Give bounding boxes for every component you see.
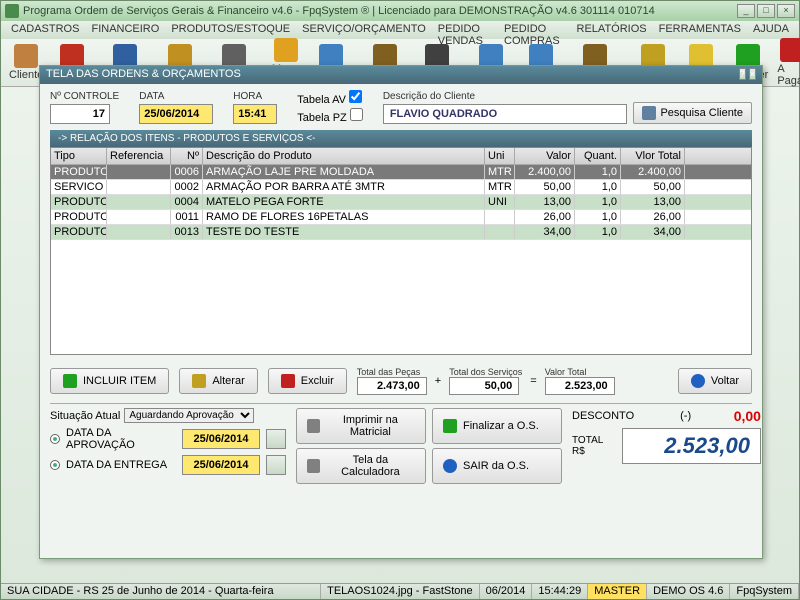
finalizar-button[interactable]: Finalizar a O.S. — [432, 408, 562, 444]
table-row[interactable]: SERVICO0002ARMAÇÃO POR BARRA ATÉ 3MTRMTR… — [51, 180, 751, 195]
valor-total: 2.523,00 — [545, 377, 615, 395]
menu-ferramentas[interactable]: FERRAMENTAS — [653, 21, 747, 39]
dialog-title: TELA DAS ORDENS & ORÇAMENTOS — [46, 68, 241, 82]
edit-icon — [192, 374, 206, 388]
menu os-icon — [274, 38, 298, 62]
main-window: Programa Ordem de Serviços Gerais & Fina… — [0, 0, 800, 600]
date-field[interactable]: 25/06/2014 — [139, 104, 213, 124]
menu-pedido vendas[interactable]: PEDIDO VENDAS — [432, 21, 498, 39]
desconto-value: 0,00 — [734, 408, 761, 424]
close-button[interactable]: × — [777, 4, 795, 18]
total-servicos: 50,00 — [449, 377, 519, 395]
voltar-button[interactable]: Voltar — [678, 368, 752, 394]
menu-financeiro[interactable]: FINANCEIRO — [85, 21, 165, 39]
total-final-value: 2.523,00 — [622, 428, 761, 464]
aprov-date[interactable]: 25/06/2014 — [182, 429, 260, 449]
main-titlebar: Programa Ordem de Serviços Gerais & Fina… — [1, 1, 799, 21]
items-section-header: -> RELAÇÃO DOS ITENS - PRODUTOS E SERVIÇ… — [50, 130, 752, 147]
status-mode: MASTER — [588, 584, 647, 599]
check-icon — [443, 419, 457, 433]
items-table[interactable]: Tipo Referencia Nº Descrição do Produto … — [50, 147, 752, 355]
tabela-pz-check[interactable]: Tabela PZ — [297, 108, 363, 124]
situacao-label: Situação Atual — [50, 410, 120, 422]
tabela-av-check[interactable]: Tabela AV — [297, 90, 363, 106]
aprov-calendar-button[interactable] — [266, 429, 286, 449]
table-row[interactable]: PRODUTO0013TESTE DO TESTE34,001,034,00 — [51, 225, 751, 240]
printer-icon — [307, 419, 320, 433]
table-row[interactable]: PRODUTO0011RAMO DE FLORES 16PETALAS26,00… — [51, 210, 751, 225]
person-icon — [642, 106, 656, 120]
time-field[interactable]: 15:41 — [233, 104, 277, 124]
minimize-button[interactable]: _ — [737, 4, 755, 18]
entrega-radio[interactable] — [50, 460, 60, 470]
control-label: Nº CONTROLE — [50, 91, 119, 102]
tool-a pagar[interactable]: A Pagar — [773, 36, 800, 89]
back-icon — [691, 374, 705, 388]
status-sys: FpqSystem — [730, 584, 799, 599]
entrega-calendar-button[interactable] — [266, 455, 286, 475]
statusbar: SUA CIDADE - RS 25 de Junho de 2014 - Qu… — [1, 583, 799, 599]
alterar-button[interactable]: Alterar — [179, 368, 257, 394]
total-pecas: 2.473,00 — [357, 377, 427, 395]
control-field[interactable]: 17 — [50, 104, 110, 124]
menu-pedido compras[interactable]: PEDIDO COMPRAS — [498, 21, 570, 39]
aprov-radio[interactable] — [50, 434, 60, 444]
calculator-icon — [307, 459, 320, 473]
desconto-label: DESCONTO — [572, 410, 634, 422]
status-city: SUA CIDADE - RS 25 de Junho de 2014 - Qu… — [1, 584, 321, 599]
table-row[interactable]: PRODUTO0006ARMAÇÃO LAJE PRE MOLDADAMTR2.… — [51, 165, 751, 180]
window-title: Programa Ordem de Serviços Gerais & Fina… — [23, 5, 737, 17]
date-label: DATA — [139, 91, 213, 102]
status-date: 06/2014 — [480, 584, 533, 599]
incluir-item-button[interactable]: INCLUIR ITEM — [50, 368, 169, 394]
order-dialog: TELA DAS ORDENS & ORÇAMENTOS ? × Nº CONT… — [39, 65, 763, 559]
maximize-button[interactable]: □ — [757, 4, 775, 18]
status-file: TELAOS1024.jpg - FastStone — [321, 584, 480, 599]
aprov-label: DATA DA APROVAÇÃO — [66, 427, 176, 451]
sair-button[interactable]: SAIR da O.S. — [432, 448, 562, 484]
dialog-close-button[interactable]: × — [749, 68, 756, 80]
plus-icon — [63, 374, 77, 388]
situacao-select[interactable]: Aguardando Aprovação — [124, 408, 254, 423]
client-name-field[interactable]: FLAVIO QUADRADO — [383, 104, 628, 124]
dialog-help-button[interactable]: ? — [739, 68, 746, 80]
calculadora-button[interactable]: Tela da Calculadora — [296, 448, 426, 484]
menu-relatórios[interactable]: RELATÓRIOS — [571, 21, 653, 39]
status-time: 15:44:29 — [532, 584, 588, 599]
menubar: CADASTROSFINANCEIROPRODUTOS/ESTOQUESERVI… — [1, 21, 799, 39]
app-icon — [5, 4, 19, 18]
menu-cadastros[interactable]: CADASTROS — [5, 21, 85, 39]
imprimir-button[interactable]: Imprimir na Matricial — [296, 408, 426, 444]
client-desc-label: Descrição do Cliente — [383, 91, 628, 102]
exit-icon — [443, 459, 457, 473]
a pagar-icon — [780, 38, 800, 62]
excluir-button[interactable]: Excluir — [268, 368, 347, 394]
cliente-icon — [14, 44, 38, 68]
table-row[interactable]: PRODUTO0004MATELO PEGA FORTEUNI13,001,01… — [51, 195, 751, 210]
entrega-label: DATA DA ENTREGA — [66, 459, 176, 471]
time-label: HORA — [233, 91, 277, 102]
entrega-date[interactable]: 25/06/2014 — [182, 455, 260, 475]
delete-icon — [281, 374, 295, 388]
table-header: Tipo Referencia Nº Descrição do Produto … — [51, 148, 751, 165]
dialog-titlebar: TELA DAS ORDENS & ORÇAMENTOS ? × — [40, 66, 762, 84]
status-demo: DEMO OS 4.6 — [647, 584, 730, 599]
menu-serviço/orçamento[interactable]: SERVIÇO/ORÇAMENTO — [296, 21, 432, 39]
total-final-label: TOTAL R$ — [572, 435, 614, 457]
search-client-button[interactable]: Pesquisa Cliente — [633, 102, 752, 124]
